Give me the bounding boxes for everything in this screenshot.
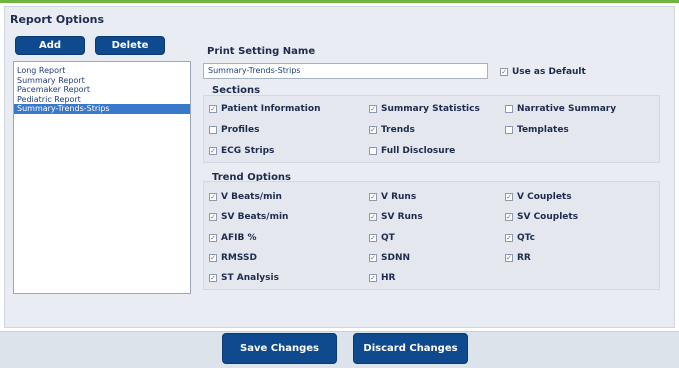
trend-label: RMSSD: [221, 253, 257, 263]
checkbox-icon[interactable]: ✓: [209, 147, 217, 155]
report-list-item[interactable]: Pacemaker Report: [14, 85, 190, 95]
checkbox-icon[interactable]: ✓: [209, 213, 217, 221]
trend-checkbox[interactable]: ✓ V Beats/min: [209, 192, 282, 202]
report-list-item[interactable]: Long Report: [14, 66, 190, 76]
section-label: Narrative Summary: [517, 104, 617, 114]
checkbox-icon[interactable]: ✓: [500, 68, 508, 76]
trend-checkbox[interactable]: ✓ RR: [505, 253, 531, 263]
report-list[interactable]: Long Report Summary Report Pacemaker Rep…: [13, 61, 191, 294]
checkbox-icon[interactable]: [369, 147, 377, 155]
report-list-item[interactable]: Pediatric Report: [14, 95, 190, 105]
checkbox-icon[interactable]: ✓: [505, 254, 513, 262]
trend-checkbox[interactable]: ✓ SV Couplets: [505, 212, 578, 222]
section-checkbox[interactable]: ✓ Summary Statistics: [369, 104, 480, 114]
checkbox-icon[interactable]: ✓: [369, 105, 377, 113]
trend-checkbox[interactable]: ✓ SV Beats/min: [209, 212, 288, 222]
section-checkbox[interactable]: Profiles: [209, 125, 259, 135]
checkbox-icon[interactable]: ✓: [209, 105, 217, 113]
print-setting-name-label: Print Setting Name: [207, 46, 316, 57]
trend-label: SV Runs: [381, 212, 423, 222]
section-label: Profiles: [221, 125, 260, 135]
discard-changes-button[interactable]: Discard Changes: [353, 333, 468, 364]
trend-checkbox[interactable]: ✓ RMSSD: [209, 253, 257, 263]
trend-label: AFIB %: [221, 233, 257, 243]
trend-checkbox[interactable]: ✓ SDNN: [369, 253, 410, 263]
footer-bar: [0, 331, 679, 368]
checkbox-icon[interactable]: ✓: [505, 234, 513, 242]
trend-checkbox[interactable]: ✓ ST Analysis: [209, 273, 279, 283]
trend-label: QT: [381, 233, 395, 243]
trend-label: V Couplets: [517, 192, 572, 202]
checkbox-icon[interactable]: ✓: [209, 254, 217, 262]
checkbox-icon[interactable]: ✓: [369, 234, 377, 242]
section-checkbox[interactable]: Templates: [505, 125, 569, 135]
add-button[interactable]: Add: [15, 36, 85, 55]
checkbox-icon[interactable]: ✓: [369, 126, 377, 134]
panel-title: Report Options: [10, 13, 105, 26]
save-changes-button[interactable]: Save Changes: [222, 333, 337, 364]
checkbox-icon[interactable]: ✓: [369, 193, 377, 201]
checkbox-icon[interactable]: ✓: [209, 274, 217, 282]
trend-checkbox[interactable]: ✓ SV Runs: [369, 212, 423, 222]
trend-checkbox[interactable]: ✓ QTc: [505, 233, 535, 243]
section-checkbox[interactable]: Narrative Summary: [505, 104, 616, 114]
checkbox-icon[interactable]: ✓: [369, 213, 377, 221]
section-label: Summary Statistics: [381, 104, 480, 114]
use-as-default-checkbox[interactable]: ✓ Use as Default: [500, 67, 586, 77]
report-list-item[interactable]: Summary Report: [14, 76, 190, 86]
checkbox-icon[interactable]: [505, 126, 513, 134]
section-checkbox[interactable]: ✓ Trends: [369, 125, 415, 135]
section-checkbox[interactable]: ✓ ECG Strips: [209, 146, 274, 156]
trend-label: SDNN: [381, 253, 411, 263]
trend-label: V Beats/min: [221, 192, 282, 202]
section-checkbox[interactable]: ✓ Patient Information: [209, 104, 320, 114]
checkbox-icon[interactable]: ✓: [505, 213, 513, 221]
section-label: Full Disclosure: [381, 146, 456, 156]
checkbox-icon[interactable]: ✓: [505, 193, 513, 201]
section-label: Templates: [517, 125, 569, 135]
use-as-default-label: Use as Default: [512, 67, 586, 77]
print-setting-name-input[interactable]: Summary-Trends-Strips: [203, 63, 488, 79]
trend-label: ST Analysis: [221, 273, 279, 283]
trend-label: SV Beats/min: [221, 212, 289, 222]
trend-checkbox[interactable]: ✓ HR: [369, 273, 395, 283]
checkbox-icon[interactable]: ✓: [209, 234, 217, 242]
trend-label: V Runs: [381, 192, 417, 202]
section-label: ECG Strips: [221, 146, 275, 156]
trend-label: QTc: [517, 233, 535, 243]
section-checkbox[interactable]: Full Disclosure: [369, 146, 455, 156]
trend-checkbox[interactable]: ✓ QT: [369, 233, 395, 243]
section-label: Patient Information: [221, 104, 321, 114]
checkbox-icon[interactable]: ✓: [369, 254, 377, 262]
checkbox-icon[interactable]: [505, 105, 513, 113]
trend-label: SV Couplets: [517, 212, 579, 222]
section-label: Trends: [381, 125, 415, 135]
checkbox-icon[interactable]: ✓: [209, 193, 217, 201]
trend-checkbox[interactable]: ✓ V Couplets: [505, 192, 572, 202]
top-accent-line: [0, 0, 679, 3]
trend-checkbox[interactable]: ✓ V Runs: [369, 192, 416, 202]
report-list-item[interactable]: Summary-Trends-Strips: [14, 104, 190, 114]
trend-label: RR: [517, 253, 531, 263]
trend-checkbox[interactable]: ✓ AFIB %: [209, 233, 256, 243]
checkbox-icon[interactable]: [209, 126, 217, 134]
delete-button[interactable]: Delete: [95, 36, 165, 55]
checkbox-icon[interactable]: ✓: [369, 274, 377, 282]
trend-label: HR: [381, 273, 396, 283]
